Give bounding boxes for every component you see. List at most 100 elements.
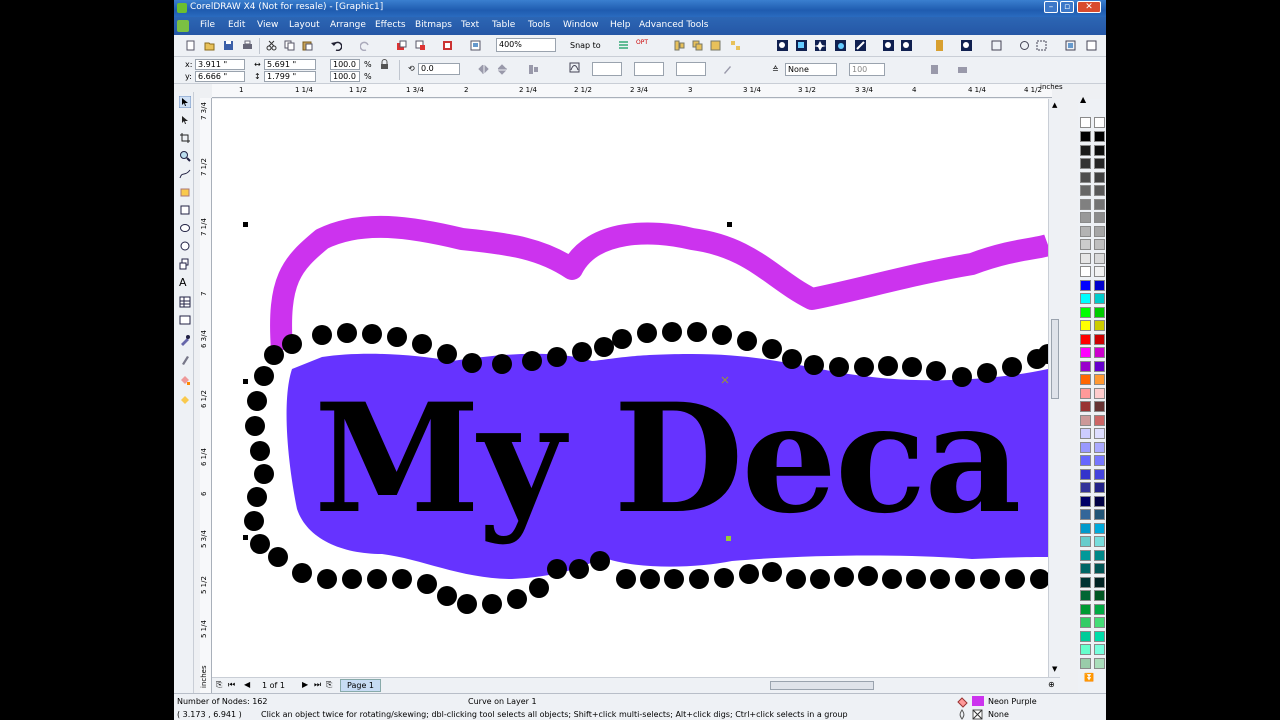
height-field[interactable]: 1.799 " — [264, 71, 316, 82]
color-swatch[interactable] — [1094, 630, 1105, 642]
color-swatch[interactable] — [1094, 603, 1105, 615]
zoom-tool-icon[interactable] — [179, 150, 191, 162]
color-swatch[interactable] — [1094, 468, 1105, 480]
snap-options-icon[interactable] — [618, 40, 629, 51]
color-swatch[interactable] — [1094, 495, 1105, 507]
save-icon[interactable] — [223, 40, 234, 51]
color-swatch[interactable] — [1094, 293, 1105, 304]
color-swatch[interactable] — [1094, 306, 1105, 318]
color-swatch[interactable] — [1080, 509, 1091, 520]
color-swatch[interactable] — [1094, 158, 1105, 169]
color-swatch[interactable] — [1080, 455, 1091, 466]
color-swatch[interactable] — [1080, 590, 1091, 601]
menu-advanced-tools[interactable]: Advanced Tools — [639, 20, 709, 30]
redo-icon[interactable] — [360, 40, 371, 51]
menu-bitmaps[interactable]: Bitmaps — [415, 20, 452, 30]
color-swatch[interactable] — [1094, 333, 1105, 345]
undo-icon[interactable] — [331, 40, 342, 51]
color-swatch[interactable] — [1080, 347, 1091, 358]
outline-width-dropdown[interactable]: None — [785, 63, 837, 76]
color-swatch[interactable] — [1080, 333, 1091, 345]
horizontal-scroll-thumb[interactable] — [770, 681, 874, 690]
open-icon[interactable] — [204, 40, 215, 51]
ellipse-tool-icon[interactable] — [179, 222, 191, 234]
palette-scroll-up-icon[interactable]: ▲ — [1080, 95, 1086, 104]
color-swatch[interactable] — [1080, 522, 1091, 534]
add-page-icon[interactable]: ⎘ — [216, 680, 222, 690]
last-page-icon[interactable]: ⏭ — [314, 680, 321, 690]
color-swatch[interactable] — [1094, 428, 1105, 439]
palette-scroll-down-icon[interactable]: ⏬ — [1084, 673, 1094, 682]
mirror-horizontal-icon[interactable] — [478, 64, 489, 75]
scale-width-field[interactable]: 100.0 — [330, 59, 360, 70]
color-swatch[interactable] — [1094, 374, 1105, 385]
menu-table[interactable]: Table — [492, 20, 515, 30]
color-swatch[interactable] — [1080, 482, 1091, 493]
color-swatch[interactable] — [1080, 131, 1091, 142]
envelope-icon[interactable] — [957, 64, 968, 75]
color-swatch[interactable] — [1094, 563, 1105, 574]
color-swatch[interactable] — [1094, 590, 1105, 601]
macro-icon-1[interactable] — [883, 40, 894, 51]
color-swatch[interactable] — [1094, 401, 1105, 412]
color-swatch[interactable] — [1094, 171, 1105, 183]
fit-icon[interactable] — [1065, 40, 1076, 51]
rectangle-tool-icon[interactable] — [179, 204, 191, 216]
import-icon[interactable] — [396, 40, 407, 51]
new-document-icon[interactable] — [185, 40, 196, 51]
color-swatch[interactable] — [1080, 657, 1091, 669]
color-swatch[interactable] — [1094, 144, 1105, 156]
no-color-swatch[interactable] — [1094, 117, 1105, 128]
start-arrow-dropdown[interactable] — [634, 62, 664, 76]
color-swatch[interactable] — [1094, 522, 1105, 534]
color-swatch[interactable] — [1094, 266, 1105, 277]
end-arrow-dropdown[interactable] — [676, 62, 706, 76]
eyedropper-tool-icon[interactable] — [179, 334, 191, 346]
color-swatch[interactable] — [1080, 576, 1091, 588]
color-swatch[interactable] — [1080, 225, 1091, 237]
options-icon[interactable]: OPT — [636, 39, 648, 46]
color-swatch[interactable] — [1080, 212, 1091, 223]
text-tool-icon[interactable]: A — [179, 276, 187, 289]
add-page-after-icon[interactable]: ⎘ — [326, 680, 332, 690]
vertical-scrollbar[interactable]: ▲ ▼ — [1048, 99, 1060, 677]
color-swatch[interactable] — [1094, 455, 1105, 466]
navigator-icon[interactable]: ⊕ — [1048, 680, 1055, 689]
scroll-up-icon[interactable]: ▲ — [1052, 101, 1057, 109]
color-swatch[interactable] — [1094, 576, 1105, 588]
menu-arrange[interactable]: Arrange — [330, 20, 366, 30]
color-swatch[interactable] — [1094, 225, 1105, 237]
color-swatch[interactable] — [1080, 387, 1091, 399]
simplify-icon[interactable] — [835, 40, 846, 51]
trim-icon[interactable] — [796, 40, 807, 51]
opacity-field[interactable]: 100 — [849, 63, 885, 76]
color-swatch[interactable] — [1094, 536, 1105, 547]
drawing-canvas[interactable]: My Deca — [212, 99, 1048, 677]
front-minus-back-icon[interactable] — [855, 40, 866, 51]
color-swatch[interactable] — [1080, 630, 1091, 642]
color-swatch[interactable] — [1080, 144, 1091, 156]
align-distribute-icon[interactable] — [528, 64, 539, 75]
welcome-screen-icon[interactable] — [470, 40, 481, 51]
color-swatch[interactable] — [1094, 320, 1105, 331]
color-swatch[interactable] — [1080, 536, 1091, 547]
color-swatch[interactable] — [1080, 428, 1091, 439]
basic-shapes-tool-icon[interactable] — [179, 258, 191, 270]
color-swatch[interactable] — [1094, 387, 1105, 399]
freehand-tool-icon[interactable] — [179, 168, 191, 180]
table-tool-icon[interactable] — [179, 296, 191, 308]
color-swatch[interactable] — [1080, 468, 1091, 480]
menu-layout[interactable]: Layout — [289, 20, 320, 30]
outline-pen-icon[interactable] — [722, 64, 733, 75]
macro-icon-2[interactable] — [901, 40, 912, 51]
cut-icon[interactable] — [266, 40, 277, 51]
color-swatch[interactable] — [1080, 495, 1091, 507]
color-swatch[interactable] — [1094, 657, 1105, 669]
color-swatch[interactable] — [1080, 158, 1091, 169]
color-swatch[interactable] — [1094, 441, 1105, 453]
rectangle-outline-icon[interactable] — [1036, 40, 1047, 51]
print-icon[interactable] — [242, 40, 253, 51]
color-swatch[interactable] — [1080, 185, 1091, 196]
paste-icon[interactable] — [302, 40, 313, 51]
color-swatch[interactable] — [1080, 360, 1091, 372]
